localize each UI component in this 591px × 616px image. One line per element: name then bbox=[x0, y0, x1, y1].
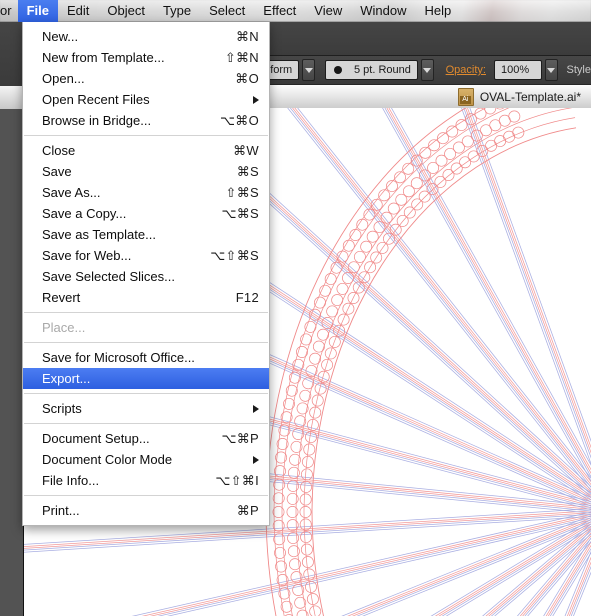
menu-item-label: New... bbox=[42, 29, 79, 44]
menu-separator bbox=[24, 393, 268, 394]
menu-item-label: Save As... bbox=[42, 185, 101, 200]
menubar-item-window[interactable]: Window bbox=[351, 0, 415, 22]
menu-item-label: Scripts bbox=[42, 401, 82, 416]
brush-definition-dropdown-button[interactable] bbox=[420, 59, 434, 81]
menu-item-label: Close bbox=[42, 143, 76, 158]
menubar-item-object[interactable]: Object bbox=[98, 0, 154, 22]
submenu-arrow-icon bbox=[253, 455, 259, 464]
file-dropdown-menu[interactable]: New... ⌘N New from Template... ⇧⌘N Open... ⌘O… bbox=[22, 22, 270, 526]
menu-item-save[interactable]: Save ⌘S bbox=[23, 161, 269, 182]
menu-item-shortcut: ⌥⌘S bbox=[221, 205, 259, 221]
menu-item-export[interactable]: Export... bbox=[23, 368, 269, 389]
brush-definition-field[interactable]: 5 pt. Round bbox=[324, 60, 418, 80]
menubar-item-type[interactable]: Type bbox=[154, 0, 200, 22]
menu-item-shortcut: ⌥⌘P bbox=[221, 430, 259, 446]
document-tab[interactable]: Ai OVAL-Template.ai* bbox=[457, 87, 591, 106]
menubar-item-edit[interactable]: Edit bbox=[58, 0, 98, 22]
menu-item-browse-in-bridge[interactable]: Browse in Bridge... ⌥⌘O bbox=[23, 110, 269, 131]
menu-item-scripts[interactable]: Scripts bbox=[23, 398, 269, 419]
menu-item-label: Place... bbox=[42, 320, 86, 335]
menu-item-file-info[interactable]: File Info... ⌥⇧⌘I bbox=[23, 470, 269, 491]
menu-item-close[interactable]: Close ⌘W bbox=[23, 140, 269, 161]
menu-item-save-for-microsoft-office[interactable]: Save for Microsoft Office... bbox=[23, 347, 269, 368]
left-panel-gutter bbox=[0, 22, 24, 616]
menu-item-shortcut: ⌥⌘O bbox=[220, 112, 259, 128]
menu-item-document-color-mode[interactable]: Document Color Mode bbox=[23, 449, 269, 470]
width-profile-dropdown-button[interactable] bbox=[302, 59, 315, 81]
menu-item-label: Export... bbox=[42, 371, 91, 386]
menu-item-save-a-copy[interactable]: Save a Copy... ⌥⌘S bbox=[23, 203, 269, 224]
menu-item-label: Print... bbox=[42, 503, 80, 518]
opacity-value: 100% bbox=[500, 64, 530, 76]
menu-item-new[interactable]: New... ⌘N bbox=[23, 26, 269, 47]
opacity-field[interactable]: 100% bbox=[493, 60, 542, 80]
menubar-item-select[interactable]: Select bbox=[200, 0, 254, 22]
menu-item-save-as-template[interactable]: Save as Template... bbox=[23, 224, 269, 245]
menu-item-label: Document Color Mode bbox=[42, 452, 173, 467]
menu-item-label: Revert bbox=[42, 290, 81, 305]
menu-separator bbox=[24, 135, 268, 136]
round-brush-icon bbox=[333, 66, 342, 74]
menubar-item-effect[interactable]: Effect bbox=[254, 0, 305, 22]
menu-item-new-from-template[interactable]: New from Template... ⇧⌘N bbox=[23, 47, 269, 68]
menu-separator bbox=[24, 423, 268, 424]
menu-item-shortcut: ⌘S bbox=[236, 163, 259, 179]
menu-item-shortcut: ⇧⌘N bbox=[224, 49, 259, 65]
opacity-dropdown-button[interactable] bbox=[544, 59, 558, 81]
menu-item-shortcut: ⌘O bbox=[235, 70, 259, 86]
menu-item-label: Save a Copy... bbox=[42, 206, 127, 221]
menu-item-document-setup[interactable]: Document Setup... ⌥⌘P bbox=[23, 428, 269, 449]
menu-item-open[interactable]: Open... ⌘O bbox=[23, 68, 269, 89]
brush-definition-value: 5 pt. Round bbox=[353, 64, 411, 76]
menu-separator bbox=[24, 495, 268, 496]
left-gutter-top bbox=[0, 22, 23, 86]
opacity-label[interactable]: Opacity: bbox=[446, 64, 486, 76]
menubar-item-view[interactable]: View bbox=[305, 0, 351, 22]
menu-item-shortcut: ⌥⇧⌘I bbox=[215, 472, 259, 488]
menu-item-label: Save bbox=[42, 164, 72, 179]
menu-item-shortcut: ⌘P bbox=[236, 502, 259, 518]
chevron-down-icon bbox=[547, 67, 556, 73]
submenu-arrow-icon bbox=[253, 95, 259, 104]
menu-item-shortcut: F12 bbox=[235, 290, 259, 305]
style-label[interactable]: Style bbox=[567, 64, 591, 76]
chevron-down-icon bbox=[304, 67, 313, 73]
menubar-item-file[interactable]: File bbox=[17, 0, 58, 22]
menu-separator bbox=[24, 342, 268, 343]
ai-badge-label: Ai bbox=[459, 95, 471, 104]
menu-separator bbox=[24, 312, 268, 313]
menu-item-label: New from Template... bbox=[42, 50, 165, 65]
menu-bar: or File Edit Object Type Select Effect V… bbox=[0, 0, 591, 22]
menu-item-label: Browse in Bridge... bbox=[42, 113, 152, 128]
menu-item-label: File Info... bbox=[42, 473, 100, 488]
menu-item-label: Open... bbox=[42, 71, 85, 86]
menu-item-save-as[interactable]: Save As... ⇧⌘S bbox=[23, 182, 269, 203]
menubar-app-name: or bbox=[0, 3, 12, 18]
menu-item-shortcut: ⌘W bbox=[233, 142, 259, 158]
document-tab-title: OVAL-Template.ai* bbox=[479, 89, 581, 104]
menu-item-shortcut: ⌥⇧⌘S bbox=[210, 247, 259, 263]
ai-file-icon: Ai bbox=[457, 87, 474, 106]
menu-item-label: Save for Web... bbox=[42, 248, 132, 263]
menubar-item-help[interactable]: Help bbox=[416, 0, 461, 22]
submenu-arrow-icon bbox=[253, 404, 259, 413]
left-gutter-tab-strip bbox=[0, 86, 23, 109]
menu-item-label: Save Selected Slices... bbox=[42, 269, 175, 284]
menu-item-save-selected-slices[interactable]: Save Selected Slices... bbox=[23, 266, 269, 287]
chevron-down-icon bbox=[423, 67, 432, 73]
menu-item-place: Place... bbox=[23, 317, 269, 338]
menu-item-print[interactable]: Print... ⌘P bbox=[23, 500, 269, 521]
menu-item-label: Save for Microsoft Office... bbox=[42, 350, 195, 365]
menu-item-shortcut: ⌘N bbox=[236, 28, 259, 44]
menu-item-revert[interactable]: Revert F12 bbox=[23, 287, 269, 308]
menu-item-label: Save as Template... bbox=[42, 227, 156, 242]
menu-item-save-for-web[interactable]: Save for Web... ⌥⇧⌘S bbox=[23, 245, 269, 266]
menu-item-open-recent-files[interactable]: Open Recent Files bbox=[23, 89, 269, 110]
menu-item-label: Document Setup... bbox=[42, 431, 150, 446]
menu-item-label: Open Recent Files bbox=[42, 92, 150, 107]
menu-item-shortcut: ⇧⌘S bbox=[225, 184, 259, 200]
